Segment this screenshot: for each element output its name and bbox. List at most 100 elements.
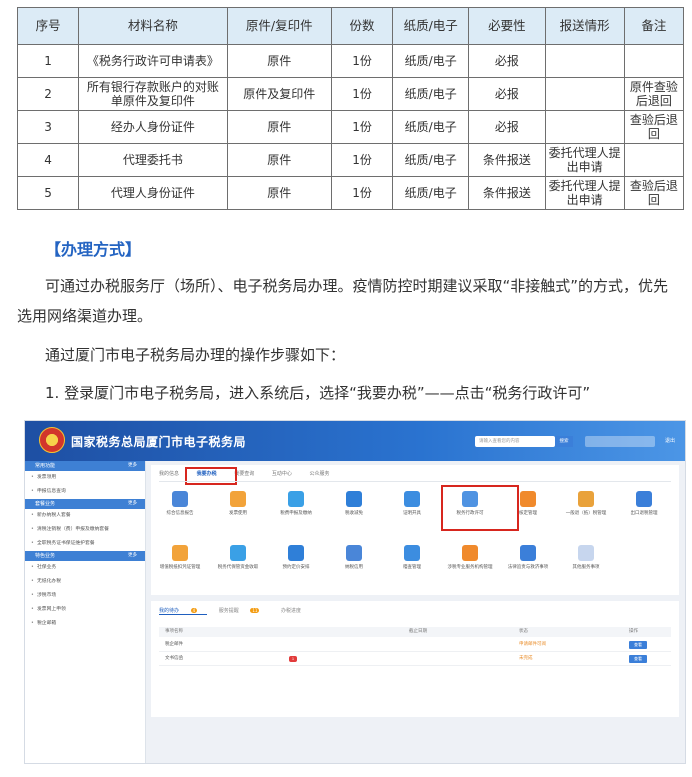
todo-panel: 我的待办 4 服务提醒 11 办税进度 事项名称 截止日期 状态 操作 税企邮件… [151, 601, 679, 717]
sidebar-item[interactable]: 社保业务 [25, 561, 145, 575]
table-cell: 2 [16, 77, 80, 111]
table-cell: 原件查验后退回 [623, 77, 685, 111]
service-tile[interactable]: 税收减免 [331, 491, 377, 516]
tab-query[interactable]: 我要查询 [234, 471, 254, 477]
tax-emblem-icon [39, 427, 65, 453]
sidebar-item[interactable]: 新办纳税人套餐 [25, 509, 145, 523]
table-cell: 纸质/电子 [392, 44, 470, 78]
table-cell: 必报 [468, 110, 546, 144]
tab-public-service[interactable]: 公众服务 [309, 471, 329, 477]
table-cell [544, 110, 625, 144]
portal-search-input[interactable]: 请输入查看您的内容 [475, 436, 555, 447]
invoice-icon [230, 491, 246, 507]
table-row: 4 代理委托书 原件 1份 纸质/电子 条件报送 委托代理人提出申请 [16, 143, 685, 177]
tab-reminders[interactable]: 服务提醒 11 [219, 608, 270, 614]
portal-header: 国家税务总局厦门市电子税务局 请输入查看您的内容 搜索 退出 [25, 421, 685, 461]
service-tile[interactable]: 稽查管理 [389, 545, 435, 570]
vat-icon [172, 545, 188, 561]
todo-table-header: 事项名称 截止日期 状态 操作 [159, 627, 671, 637]
table-cell [544, 77, 625, 111]
materials-table: 序号 材料名称 原件/复印件 份数 纸质/电子 必要性 报送情形 备注 1 《税… [16, 7, 685, 210]
table-cell: 1份 [330, 143, 394, 177]
unread-badge: 1 [289, 656, 297, 662]
col-header: 纸质/电子 [392, 7, 470, 45]
calendar-icon [288, 545, 304, 561]
agency-icon [462, 545, 478, 561]
col-header: 原件/复印件 [226, 7, 332, 45]
reduction-icon [346, 491, 362, 507]
audit-icon [404, 545, 420, 561]
service-tile[interactable]: 税费申报及缴纳 [273, 491, 319, 516]
table-cell: 代理委托书 [78, 143, 228, 177]
service-tile[interactable]: 增值税抵扣凭证管理 [157, 545, 203, 570]
table-cell: 原件及复印件 [226, 77, 332, 111]
paragraph-step-1: 1. 登录厦门市电子税务局，进入系统后，选择“我要办税”——点击“税务行政许可” [45, 384, 591, 402]
tab-interaction[interactable]: 互动中心 [272, 471, 292, 477]
table-cell: 条件报送 [468, 176, 546, 210]
sidebar-item[interactable]: 涉税市场 [25, 589, 145, 603]
tab-highlight-box [185, 467, 237, 485]
service-tile[interactable]: 一般退（抵）税管理 [563, 491, 609, 516]
col-header: 材料名称 [78, 7, 228, 45]
table-cell: 5 [16, 176, 80, 210]
credit-icon [346, 545, 362, 561]
todo-row: 文书信函 1 未完成 查看 [159, 653, 671, 666]
table-row: 2 所有银行存款账户的对账单原件及复印件 原件及复印件 1份 纸质/电子 必报 … [16, 77, 685, 111]
view-button[interactable]: 查看 [629, 655, 647, 663]
service-tile[interactable]: 涉税专业服务机构管理 [447, 545, 493, 570]
tab-my-todo[interactable]: 我的待办 4 [159, 608, 208, 615]
sidebar-item[interactable]: 税企邮箱 [25, 617, 145, 631]
table-cell: 查验后退回 [623, 176, 685, 210]
todo-tabs: 我的待办 4 服务提醒 11 办税进度 [159, 607, 311, 615]
service-tile[interactable]: 发票使用 [215, 491, 261, 516]
table-row: 1 《税务行政许可申请表》 原件 1份 纸质/电子 必报 [16, 44, 685, 78]
table-cell: 1 [16, 44, 80, 78]
sidebar-item[interactable]: 无纸化办税 [25, 575, 145, 589]
service-tile[interactable]: 税务代保管资金收取 [215, 545, 261, 570]
service-tile[interactable]: 预约定价安排 [273, 545, 319, 570]
license-highlight-box [441, 485, 519, 531]
tax-portal-screenshot: 国家税务总局厦门市电子税务局 请输入查看您的内容 搜索 退出 常用功能更多 发票… [24, 420, 686, 764]
user-info-bar [585, 436, 655, 447]
table-cell: 原件 [226, 110, 332, 144]
table-cell: 原件 [226, 44, 332, 78]
service-tile[interactable]: 出口退税管理 [621, 491, 667, 516]
service-tile[interactable]: 证明开具 [389, 491, 435, 516]
logout-link[interactable]: 退出 [665, 437, 675, 444]
table-cell: 委托代理人提出申请 [544, 176, 625, 210]
todo-row: 税企邮件 申请邮件可阅 查看 [159, 639, 671, 652]
table-cell: 1份 [330, 44, 394, 78]
legal-icon [520, 545, 536, 561]
table-cell [623, 44, 685, 78]
service-tile[interactable]: 纳税信用 [331, 545, 377, 570]
service-tile[interactable]: 综合信息报告 [157, 491, 203, 516]
portal-search-button[interactable]: 搜索 [555, 436, 573, 447]
table-cell: 纸质/电子 [392, 77, 470, 111]
sidebar-item[interactable]: 全职税务证书保证维护套餐 [25, 537, 145, 551]
table-cell [623, 143, 685, 177]
table-cell: 原件 [226, 143, 332, 177]
sidebar-item[interactable]: 申报信息查询 [25, 485, 145, 499]
view-button[interactable]: 查看 [629, 641, 647, 649]
tab-my-info[interactable]: 我的信息 [159, 471, 179, 477]
col-header: 份数 [330, 7, 394, 45]
assess-icon [520, 491, 536, 507]
table-cell [544, 44, 625, 78]
table-cell: 所有银行存款账户的对账单原件及复印件 [78, 77, 228, 111]
table-cell: 必报 [468, 44, 546, 78]
section-title: 【办理方式】 [45, 240, 142, 259]
sidebar-item[interactable]: 清税注销税（费）申报及缴纳套餐 [25, 523, 145, 537]
sidebar-group: 套餐业务 更多 [25, 499, 145, 509]
table-cell: 3 [16, 110, 80, 144]
service-tile[interactable]: 法律追责与救济事项 [505, 545, 551, 570]
table-cell: 查验后退回 [623, 110, 685, 144]
service-tile[interactable]: 其他服务事项 [563, 545, 609, 570]
sidebar-item[interactable]: 发票领用 [25, 471, 145, 485]
paragraph-steps-intro: 通过厦门市电子税务局办理的操作步骤如下： [45, 346, 346, 364]
export-refund-icon [636, 491, 652, 507]
sidebar-item[interactable]: 发票网上申领 [25, 603, 145, 617]
table-cell: 条件报送 [468, 143, 546, 177]
tab-progress[interactable]: 办税进度 [281, 608, 301, 614]
table-header-row: 序号 材料名称 原件/复印件 份数 纸质/电子 必要性 报送情形 备注 [16, 7, 685, 45]
table-cell: 纸质/电子 [392, 176, 470, 210]
